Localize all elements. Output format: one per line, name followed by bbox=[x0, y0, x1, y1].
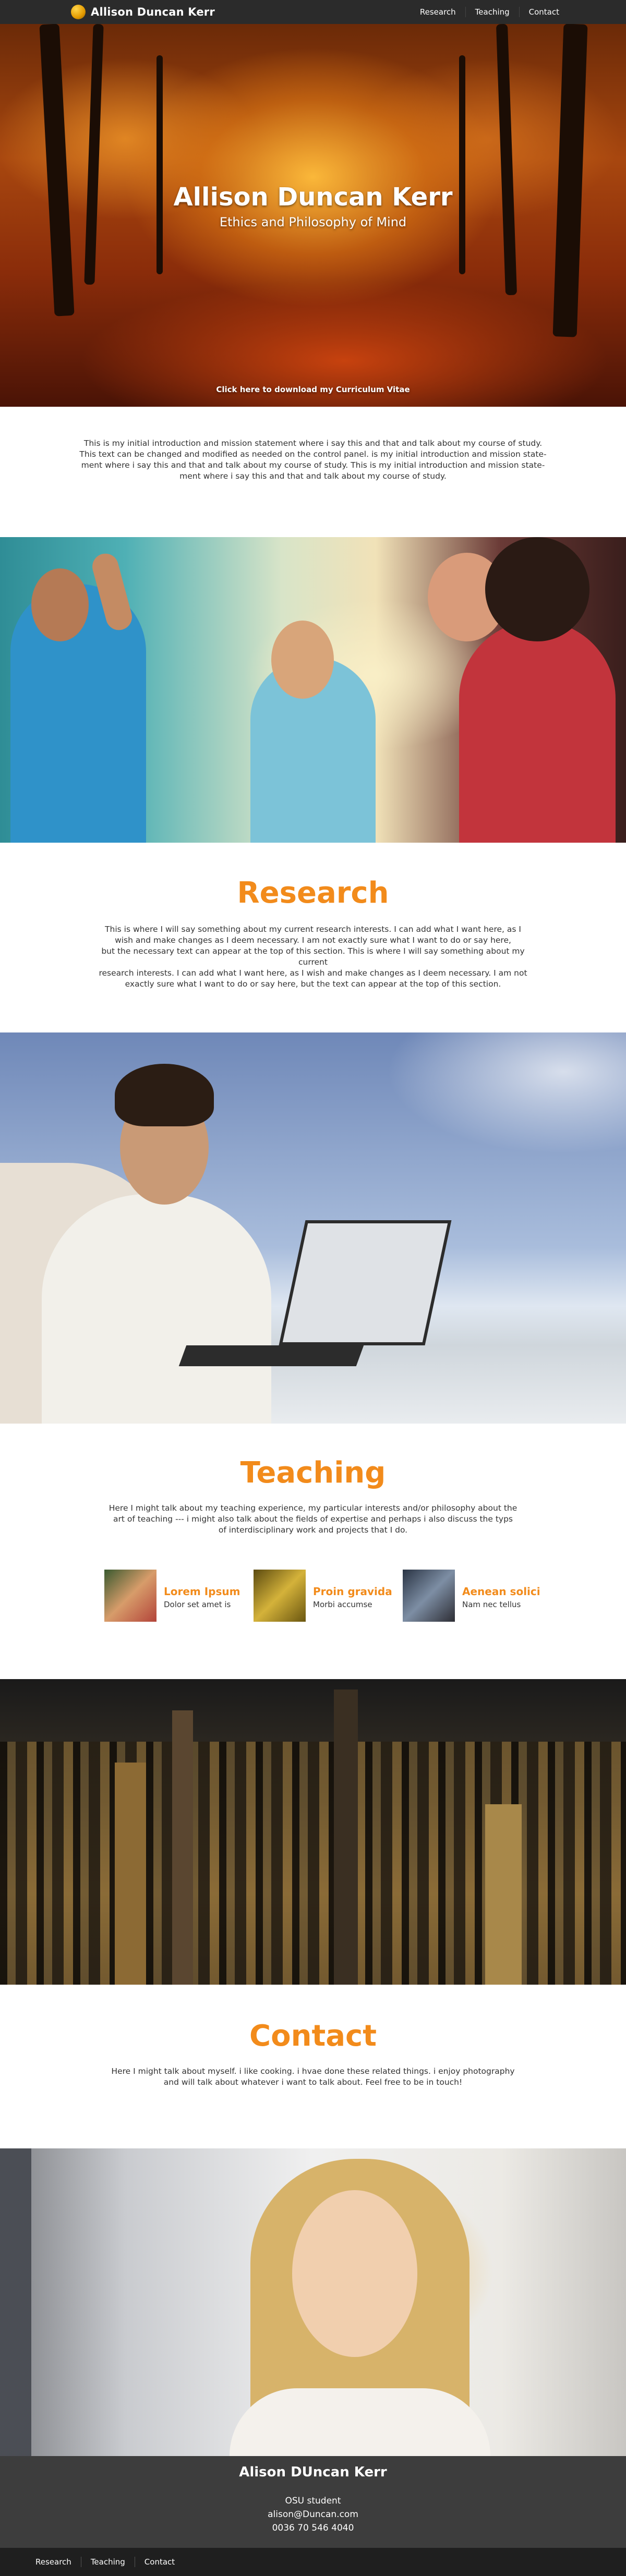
hero-title: Allison Duncan Kerr bbox=[173, 183, 453, 212]
footer-role: OSU student bbox=[285, 2496, 341, 2506]
teaching-item-desc: Dolor set amet is bbox=[164, 1600, 231, 1609]
laptop-screen bbox=[279, 1220, 452, 1345]
buildings bbox=[0, 1742, 626, 1985]
footer-email[interactable]: alison@Duncan.com bbox=[0, 2509, 626, 2520]
bottom-nav-research-link[interactable]: Research bbox=[26, 2557, 81, 2567]
smiling-woman-photo bbox=[0, 2148, 626, 2456]
teaching-item-title: Proin gravida bbox=[313, 1585, 392, 1598]
teaching-item-desc: Morbi accumse bbox=[313, 1600, 372, 1609]
tree-trunk bbox=[459, 55, 465, 274]
white-top bbox=[230, 2388, 490, 2456]
footer-name: Alison DUncan Kerr bbox=[239, 2464, 387, 2480]
tree-trunk bbox=[156, 55, 163, 274]
research-line: wish and make changes as I deem necessar… bbox=[115, 935, 511, 945]
bottom-nav: Research Teaching Contact bbox=[26, 2557, 184, 2567]
teaching-item-title: Lorem Ipsum bbox=[164, 1585, 240, 1598]
teaching-line: Here I might talk about my teaching expe… bbox=[109, 1503, 517, 1513]
research-title: Research bbox=[237, 876, 389, 910]
building bbox=[485, 1804, 522, 1985]
tree-trunk bbox=[84, 24, 104, 285]
brand[interactable]: Allison Duncan Kerr bbox=[71, 5, 215, 19]
tree-trunk bbox=[552, 24, 588, 337]
teaching-item-title: Aenean solici bbox=[462, 1585, 540, 1598]
teaching-item[interactable]: Lorem Ipsum Dolor set amet is bbox=[104, 1570, 261, 1622]
window-frame bbox=[0, 2148, 31, 2456]
bottom-navbar: Research Teaching Contact bbox=[0, 2548, 626, 2576]
woman-face bbox=[292, 2190, 417, 2357]
top-navbar: Allison Duncan Kerr Research Teaching Co… bbox=[0, 0, 626, 24]
brand-logo-icon bbox=[71, 5, 86, 19]
teaching-line: art of teaching --- i might also talk ab… bbox=[113, 1514, 513, 1524]
teaching-item-desc: Nam nec tellus bbox=[462, 1600, 521, 1609]
hero-autumn-forest-image: Allison Duncan Kerr Ethics and Philosoph… bbox=[0, 24, 626, 407]
teaching-title: Teaching bbox=[240, 1456, 386, 1490]
hair bbox=[485, 537, 589, 641]
white-shirt bbox=[42, 1194, 271, 1424]
teaching-item[interactable]: Proin gravida Morbi accumse bbox=[254, 1570, 410, 1622]
teaching-thumbnail bbox=[403, 1570, 455, 1622]
teaching-item[interactable]: Aenean solici Nam nec tellus bbox=[403, 1570, 559, 1622]
person-face bbox=[271, 621, 334, 699]
tree-trunk bbox=[39, 24, 75, 317]
research-line: exactly sure what I want to do or say he… bbox=[125, 979, 501, 989]
tree-trunk bbox=[496, 24, 517, 296]
intro-line: ment where i say this and that and talk … bbox=[81, 460, 545, 470]
nav-teaching-link[interactable]: Teaching bbox=[465, 7, 519, 17]
teaching-thumbnail bbox=[254, 1570, 306, 1622]
building bbox=[115, 1763, 146, 1985]
nav-research-link[interactable]: Research bbox=[411, 7, 465, 17]
intro-line: This is my initial introduction and miss… bbox=[83, 439, 543, 448]
bottom-nav-teaching-link[interactable]: Teaching bbox=[80, 2557, 135, 2567]
research-line: research interests. I can add what I wan… bbox=[99, 968, 527, 978]
intro-line: ment where i say this and that and talk … bbox=[179, 471, 447, 481]
teaching-line: of interdisciplinary work and projects t… bbox=[218, 1525, 408, 1535]
building bbox=[172, 1710, 193, 1985]
research-line: This is where I will say something about… bbox=[105, 925, 521, 934]
friends-photo bbox=[0, 537, 626, 843]
intro-text: This is my initial introduction and miss… bbox=[63, 438, 563, 482]
nav-contact-link[interactable]: Contact bbox=[519, 7, 569, 17]
man-laptop-photo bbox=[0, 1032, 626, 1424]
contact-title: Contact bbox=[249, 2019, 377, 2053]
city-skyline-photo bbox=[0, 1679, 626, 1985]
cv-download-link[interactable]: Click here to download my Curriculum Vit… bbox=[0, 385, 626, 394]
brand-name: Allison Duncan Kerr bbox=[91, 6, 215, 18]
teaching-text: Here I might talk about my teaching expe… bbox=[89, 1503, 537, 1536]
research-text: This is where I will say something about… bbox=[89, 924, 537, 990]
contact-line: and will talk about whatever i want to t… bbox=[163, 2077, 463, 2087]
person-dress bbox=[459, 621, 616, 843]
laptop-base bbox=[178, 1345, 364, 1366]
hair bbox=[115, 1064, 214, 1126]
footer: Alison DUncan Kerr OSU student alison@Du… bbox=[0, 2456, 626, 2548]
teaching-thumbnail bbox=[104, 1570, 156, 1622]
building bbox=[334, 1690, 358, 1985]
research-line: but the necessary text can appear at the… bbox=[101, 946, 525, 967]
bottom-nav-contact-link[interactable]: Contact bbox=[134, 2557, 184, 2567]
person-face bbox=[31, 568, 89, 641]
intro-line: This text can be changed and modified as… bbox=[79, 449, 547, 459]
contact-line: Here I might talk about myself. i like c… bbox=[111, 2067, 515, 2076]
main-nav: Research Teaching Contact bbox=[411, 0, 569, 24]
contact-text: Here I might talk about myself. i like c… bbox=[89, 2066, 537, 2088]
hero-subtitle: Ethics and Philosophy of Mind bbox=[219, 215, 407, 229]
footer-phone: 0036 70 546 4040 bbox=[272, 2523, 354, 2533]
